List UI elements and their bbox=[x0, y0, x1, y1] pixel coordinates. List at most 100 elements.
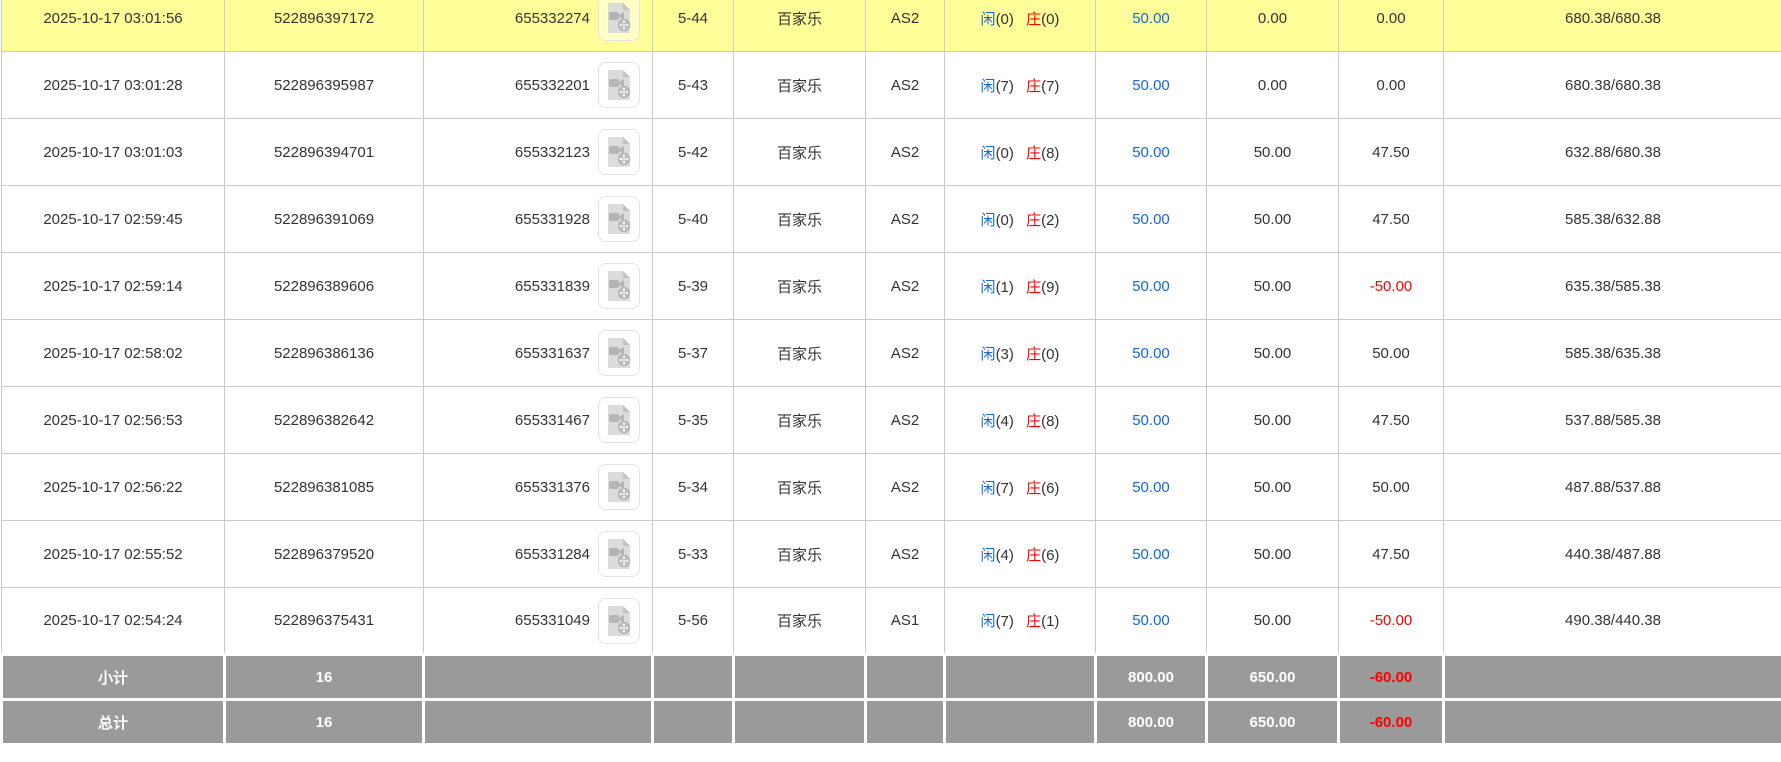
balance-cell: 632.88/680.38 bbox=[1443, 118, 1781, 186]
result-cell: 闲(7) 庄(6) bbox=[944, 453, 1096, 521]
bet-time-cell: 2025-10-17 03:01:03 bbox=[1, 118, 225, 186]
bet-amount-link[interactable]: 50.00 bbox=[1132, 412, 1170, 429]
table-row[interactable]: 2025-10-17 02:54:24 522896375431 6553310… bbox=[1, 587, 1781, 655]
shoe-round-cell: 5-44 bbox=[652, 0, 734, 52]
result-cell: 闲(0) 庄(8) bbox=[944, 118, 1096, 186]
video-button[interactable] bbox=[598, 464, 640, 510]
table-row[interactable]: 2025-10-17 02:58:02 522896386136 6553316… bbox=[1, 319, 1781, 387]
bet-time-cell: 2025-10-17 02:59:45 bbox=[1, 185, 225, 253]
table-row[interactable]: 2025-10-17 02:59:45 522896391069 6553319… bbox=[1, 185, 1781, 253]
round-number: 655332201 bbox=[514, 76, 590, 94]
video-button[interactable] bbox=[598, 196, 640, 242]
bet-time-cell: 2025-10-17 02:58:02 bbox=[1, 319, 225, 387]
round-number: 655331637 bbox=[514, 344, 590, 362]
bet-records-table: 2025-10-17 03:01:56 522896397172 6553322… bbox=[0, 0, 1781, 746]
winloss-cell: 47.50 bbox=[1338, 386, 1444, 454]
video-button[interactable] bbox=[598, 597, 640, 644]
round-number-cell: 655332123 bbox=[423, 118, 653, 186]
summary-bet-cell: 800.00 bbox=[1094, 653, 1208, 701]
banker-result: 庄(8) bbox=[1026, 144, 1060, 162]
shoe-round-cell: 5-33 bbox=[652, 520, 734, 588]
balance-cell: 635.38/585.38 bbox=[1443, 252, 1781, 320]
table-row[interactable]: 2025-10-17 02:59:14 522896389606 6553318… bbox=[1, 252, 1781, 320]
video-preview-icon bbox=[608, 472, 631, 502]
summary-count-cell: 16 bbox=[223, 653, 425, 701]
table-row[interactable]: 2025-10-17 02:55:52 522896379520 6553312… bbox=[1, 520, 1781, 588]
round-number: 655332274 bbox=[514, 9, 590, 27]
table-row[interactable]: 2025-10-17 03:01:03 522896394701 6553321… bbox=[1, 118, 1781, 186]
bet-amount-link[interactable]: 50.00 bbox=[1132, 10, 1170, 27]
winloss-cell: 47.50 bbox=[1338, 118, 1444, 186]
player-result: 闲(7) bbox=[980, 613, 1014, 630]
order-number-cell: 522896375431 bbox=[224, 587, 424, 655]
round-number-cell: 655331467 bbox=[423, 386, 653, 454]
round-number-cell: 655331284 bbox=[423, 520, 653, 588]
summary-winloss-cell: -60.00 bbox=[1337, 653, 1445, 701]
video-preview-icon bbox=[608, 70, 631, 100]
table-row[interactable]: 2025-10-17 03:01:56 522896397172 6553322… bbox=[1, 0, 1781, 52]
video-button[interactable] bbox=[598, 397, 640, 443]
video-preview-icon bbox=[608, 271, 631, 301]
bet-amount-link[interactable]: 50.00 bbox=[1132, 345, 1170, 362]
valid-amount-cell: 0.00 bbox=[1206, 0, 1339, 52]
table-row[interactable]: 2025-10-17 02:56:22 522896381085 6553313… bbox=[1, 453, 1781, 521]
bet-amount-cell: 50.00 bbox=[1095, 453, 1207, 521]
order-number-cell: 522896386136 bbox=[224, 319, 424, 387]
winloss-cell: 50.00 bbox=[1338, 319, 1444, 387]
table-name-cell: AS2 bbox=[865, 520, 945, 588]
video-button[interactable] bbox=[598, 0, 640, 41]
banker-result: 庄(8) bbox=[1026, 412, 1060, 430]
game-name-cell: 百家乐 bbox=[733, 520, 866, 588]
valid-amount-cell: 50.00 bbox=[1206, 118, 1339, 186]
video-preview-icon bbox=[608, 405, 631, 435]
bet-amount-link[interactable]: 50.00 bbox=[1132, 546, 1170, 563]
table-row[interactable]: 2025-10-17 03:01:28 522896395987 6553322… bbox=[1, 51, 1781, 119]
summary-row: 总计 16 800.00 650.00 -60.00 bbox=[0, 698, 1781, 746]
balance-cell: 585.38/632.88 bbox=[1443, 185, 1781, 253]
bet-amount-cell: 50.00 bbox=[1095, 319, 1207, 387]
game-name-cell: 百家乐 bbox=[733, 319, 866, 387]
video-preview-icon bbox=[608, 3, 631, 33]
balance-cell: 585.38/635.38 bbox=[1443, 319, 1781, 387]
balance-cell: 490.38/440.38 bbox=[1443, 587, 1781, 655]
result-cell: 闲(7) 庄(7) bbox=[944, 51, 1096, 119]
video-button[interactable] bbox=[598, 330, 640, 376]
summary-valid-cell: 650.00 bbox=[1205, 698, 1340, 746]
bet-amount-cell: 50.00 bbox=[1095, 587, 1207, 655]
order-number-cell: 522896379520 bbox=[224, 520, 424, 588]
bet-amount-link[interactable]: 50.00 bbox=[1132, 211, 1170, 228]
shoe-round-cell: 5-42 bbox=[652, 118, 734, 186]
bet-amount-cell: 50.00 bbox=[1095, 0, 1207, 52]
balance-cell: 680.38/680.38 bbox=[1443, 0, 1781, 52]
result-cell: 闲(0) 庄(0) bbox=[944, 0, 1096, 52]
bet-amount-link[interactable]: 50.00 bbox=[1132, 278, 1170, 295]
round-number-cell: 655331049 bbox=[423, 587, 653, 655]
table-row[interactable]: 2025-10-17 02:56:53 522896382642 6553314… bbox=[1, 386, 1781, 454]
order-number-cell: 522896382642 bbox=[224, 386, 424, 454]
table-name-cell: AS2 bbox=[865, 0, 945, 52]
video-button[interactable] bbox=[598, 263, 640, 309]
table-name-cell: AS2 bbox=[865, 453, 945, 521]
bet-time-cell: 2025-10-17 03:01:56 bbox=[1, 0, 225, 52]
round-number: 655332123 bbox=[514, 143, 590, 161]
video-button[interactable] bbox=[598, 62, 640, 108]
valid-amount-cell: 50.00 bbox=[1206, 252, 1339, 320]
bet-amount-cell: 50.00 bbox=[1095, 386, 1207, 454]
bet-amount-link[interactable]: 50.00 bbox=[1132, 612, 1170, 629]
result-cell: 闲(7) 庄(1) bbox=[944, 587, 1096, 655]
winloss-cell: 47.50 bbox=[1338, 520, 1444, 588]
bet-amount-link[interactable]: 50.00 bbox=[1132, 77, 1170, 94]
banker-result: 庄(6) bbox=[1026, 546, 1060, 564]
summary-row: 小计 16 800.00 650.00 -60.00 bbox=[0, 653, 1781, 701]
valid-amount-cell: 50.00 bbox=[1206, 453, 1339, 521]
bet-amount-link[interactable]: 50.00 bbox=[1132, 144, 1170, 161]
video-button[interactable] bbox=[598, 129, 640, 175]
player-result: 闲(0) bbox=[980, 10, 1014, 28]
valid-amount-cell: 50.00 bbox=[1206, 319, 1339, 387]
bet-amount-link[interactable]: 50.00 bbox=[1132, 479, 1170, 496]
player-result: 闲(0) bbox=[980, 211, 1014, 229]
bet-time-cell: 2025-10-17 02:56:22 bbox=[1, 453, 225, 521]
video-button[interactable] bbox=[598, 531, 640, 577]
order-number-cell: 522896395987 bbox=[224, 51, 424, 119]
order-number-cell: 522896391069 bbox=[224, 185, 424, 253]
